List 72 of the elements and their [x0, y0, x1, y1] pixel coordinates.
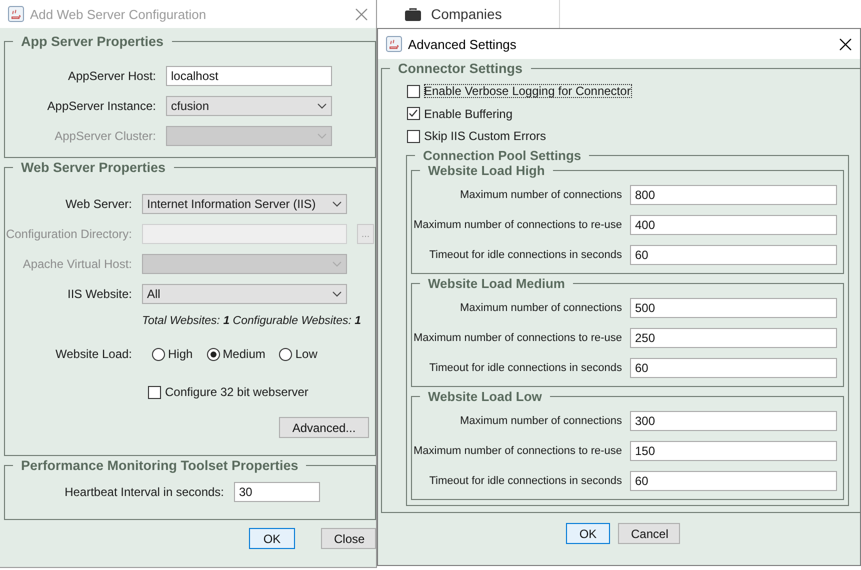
field-label: Apache Virtual Host:	[22, 257, 132, 271]
field-label: IIS Website:	[66, 287, 132, 301]
close-icon[interactable]	[839, 38, 852, 50]
briefcase-icon	[405, 8, 421, 20]
text-field[interactable]: 400	[630, 214, 837, 234]
radio-label: Low	[295, 347, 318, 361]
text-field[interactable]: 30	[234, 482, 320, 502]
field-label: AppServer Cluster:	[54, 129, 156, 143]
field-label: Timeout for idle connections in seconds	[428, 362, 622, 374]
field-label: AppServer Instance:	[46, 99, 156, 113]
section-title: Performance Monitoring Toolset Properties	[20, 458, 300, 473]
field-label: Maximum number of connections to re-use	[412, 218, 622, 230]
text-field[interactable]: 500	[630, 298, 837, 318]
section-title: Website Load Low	[427, 388, 543, 404]
section-title: Connector Settings	[397, 61, 524, 76]
section-title: Web Server Properties	[20, 160, 167, 175]
advanced-button[interactable]: Advanced...	[279, 417, 369, 438]
checked-checkbox[interactable]	[407, 107, 420, 120]
dialog-button[interactable]: Cancel	[618, 523, 680, 544]
section-title: Website Load Medium	[427, 276, 566, 290]
dropdown[interactable]: cfusion	[166, 96, 332, 116]
dialog-button[interactable]: Close	[321, 528, 376, 549]
radio-label: Medium	[222, 347, 266, 361]
field-label: Maximum number of connections to re-use	[412, 332, 622, 344]
field-label: AppServer Host:	[66, 69, 156, 83]
chevron-down-icon	[332, 261, 342, 267]
radio-button[interactable]	[206, 348, 220, 360]
checkbox-label: Enable Verbose Logging for Connector	[424, 84, 632, 98]
text-field[interactable]: localhost	[166, 66, 332, 86]
text-field[interactable]: 60	[630, 470, 837, 490]
dropdown[interactable]: Internet Information Server (IIS)	[142, 194, 347, 214]
text-field[interactable]: 800	[630, 184, 837, 204]
text-field[interactable]: 60	[630, 244, 837, 264]
text-field[interactable]: 60	[630, 358, 837, 378]
checkbox-label: Skip IIS Custom Errors	[424, 129, 548, 143]
checkbox-label: Enable Buffering	[424, 106, 514, 120]
radio-button[interactable]	[279, 348, 292, 360]
dropdown[interactable]: All	[142, 284, 347, 304]
window-title: Advanced Settings	[408, 36, 518, 52]
section-title: Connection Pool Settings	[422, 148, 582, 162]
text-field[interactable]: 250	[630, 328, 837, 348]
field-label: Maximum number of connections to re-use	[412, 444, 622, 456]
chevron-down-icon	[317, 133, 327, 139]
checkbox-label: Configure 32 bit webserver	[165, 385, 308, 399]
radio-button[interactable]	[152, 348, 165, 360]
java-cup-icon	[386, 36, 402, 52]
field-label: Maximum number of connections	[458, 414, 622, 426]
checkbox[interactable]	[407, 130, 420, 142]
dialog-button[interactable]: OK	[566, 523, 610, 544]
radio-label: High	[168, 347, 193, 361]
section-title: App Server Properties	[20, 34, 165, 49]
dialog-button[interactable]: OK	[249, 528, 295, 549]
field-label: Maximum number of connections	[458, 188, 622, 200]
nav-item[interactable]: Companies	[377, 0, 560, 28]
checkbox[interactable]	[407, 84, 420, 98]
java-cup-icon	[8, 6, 24, 22]
chevron-down-icon	[317, 103, 327, 109]
field-label: Timeout for idle connections in seconds	[428, 248, 622, 260]
checkbox[interactable]	[148, 386, 161, 398]
field-label: Heartbeat Interval in seconds:	[64, 485, 224, 499]
text-field[interactable]: 150	[630, 440, 837, 460]
field-label: Configuration Directory:	[5, 227, 132, 241]
chevron-down-icon	[332, 201, 342, 207]
field-label: Web Server:	[64, 197, 132, 211]
field-label: Maximum number of connections	[458, 302, 622, 314]
window-title: Add Web Server Configuration	[30, 6, 208, 22]
field-label: Timeout for idle connections in seconds	[428, 474, 622, 486]
chevron-down-icon	[332, 291, 342, 297]
text-field[interactable]: 300	[630, 410, 837, 430]
field-label: Website Load:	[54, 347, 132, 361]
summary-text: Total Websites: 1 Configurable Websites: 1	[142, 315, 362, 327]
section-title: Website Load High	[427, 162, 545, 178]
